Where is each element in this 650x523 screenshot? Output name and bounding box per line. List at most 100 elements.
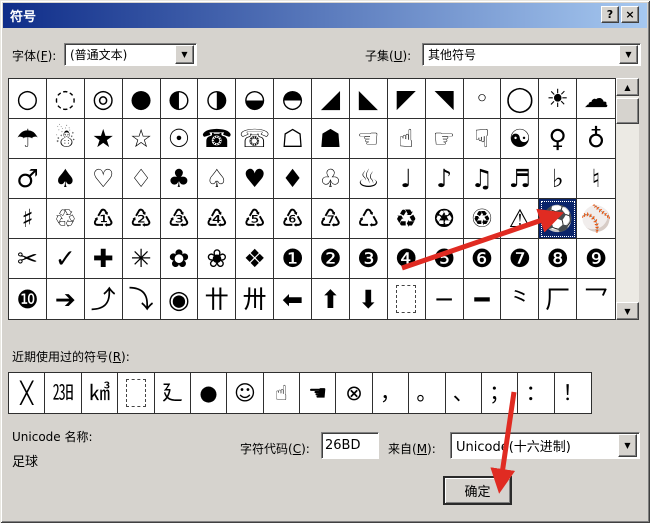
symbol-cell[interactable]: ✚ <box>85 239 123 279</box>
symbol-cell[interactable]: ♴ <box>123 199 161 239</box>
font-combobox[interactable]: (普通文本) ▼ <box>64 43 197 66</box>
symbol-cell[interactable]: ： <box>518 373 554 413</box>
symbol-cell[interactable]: ㏶ <box>45 373 81 413</box>
symbol-cell[interactable]: ◥ <box>426 79 464 119</box>
symbol-cell[interactable]: ● <box>191 373 227 413</box>
symbol-cell[interactable]: ♻ <box>388 199 426 239</box>
symbol-cell[interactable]: ☖ <box>274 119 312 159</box>
symbol-cell[interactable]: ◑ <box>198 79 236 119</box>
symbol-cell[interactable]: ♀ <box>539 119 577 159</box>
char-code-input[interactable] <box>321 432 379 459</box>
symbol-cell[interactable]: ✂ <box>9 239 47 279</box>
symbol-cell[interactable]: ☃ <box>47 119 85 159</box>
symbol-cell[interactable]: ◎ <box>85 79 123 119</box>
symbol-cell[interactable]: ❶ <box>274 239 312 279</box>
symbol-cell[interactable]: ♫ <box>464 159 502 199</box>
symbol-cell[interactable]: ⬅ <box>274 279 312 319</box>
close-button[interactable]: × <box>621 6 639 23</box>
symbol-cell[interactable]: ♠ <box>47 159 85 199</box>
symbol-cell[interactable]: ☎ <box>198 119 236 159</box>
symbol-cell[interactable]: ❽ <box>539 239 577 279</box>
symbol-cell[interactable] <box>388 279 426 319</box>
symbol-cell[interactable]: ❺ <box>426 239 464 279</box>
dropdown-arrow-icon[interactable]: ▼ <box>618 434 637 457</box>
symbol-cell[interactable]: ♪ <box>426 159 464 199</box>
symbol-cell[interactable]: ☝ <box>388 119 426 159</box>
symbol-cell[interactable]: ♹ <box>312 199 350 239</box>
symbol-cell[interactable]: ◤ <box>388 79 426 119</box>
symbol-cell[interactable]: ♤ <box>198 159 236 199</box>
symbol-cell[interactable]: ♬ <box>501 159 539 199</box>
symbol-cell[interactable]: ❹ <box>388 239 426 279</box>
symbol-cell[interactable]: ☺ <box>227 373 263 413</box>
symbol-cell[interactable]: ✓ <box>47 239 85 279</box>
symbol-cell[interactable]: ★ <box>85 119 123 159</box>
symbol-cell[interactable]: ✳ <box>123 239 161 279</box>
symbol-cell-selected[interactable]: ⚽ <box>539 199 577 239</box>
scroll-thumb[interactable] <box>616 98 639 124</box>
symbol-cell[interactable]: ☉ <box>161 119 199 159</box>
symbol-cell[interactable]: ─ <box>426 279 464 319</box>
symbol-cell[interactable]: ⊗ <box>336 373 372 413</box>
symbol-cell[interactable]: ☆ <box>123 119 161 159</box>
symbol-cell[interactable]: ❾ <box>577 239 615 279</box>
dropdown-arrow-icon[interactable]: ▼ <box>619 45 638 64</box>
symbol-cell[interactable]: ♦ <box>274 159 312 199</box>
symbol-cell[interactable]: ◌ <box>47 79 85 119</box>
symbol-cell[interactable]: ❖ <box>236 239 274 279</box>
symbol-cell[interactable]: ㎦ <box>82 373 118 413</box>
symbol-cell[interactable]: 、 <box>446 373 482 413</box>
symbol-cell[interactable]: ⬇ <box>350 279 388 319</box>
symbol-cell[interactable]: ╳ <box>9 373 45 413</box>
symbol-cell[interactable]: ◐ <box>161 79 199 119</box>
symbol-cell[interactable]: ⬆ <box>312 279 350 319</box>
symbol-cell[interactable]: 〺 <box>236 279 274 319</box>
symbol-cell[interactable]: ♸ <box>274 199 312 239</box>
symbol-cell[interactable]: ♨ <box>350 159 388 199</box>
symbol-cell[interactable]: ☗ <box>312 119 350 159</box>
symbol-cell[interactable]: ☂ <box>9 119 47 159</box>
symbol-cell[interactable]: ❸ <box>350 239 388 279</box>
help-button[interactable]: ? <box>601 6 619 23</box>
subset-combobox[interactable]: 其他符号 ▼ <box>422 43 641 66</box>
symbol-cell[interactable]: ♯ <box>9 199 47 239</box>
symbol-cell[interactable]: ☯ <box>501 119 539 159</box>
ok-button[interactable]: 确定 <box>443 476 512 505</box>
symbol-cell[interactable]: ☜ <box>350 119 388 159</box>
symbol-cell[interactable]: ☝ <box>264 373 300 413</box>
symbol-cell[interactable]: ◣ <box>350 79 388 119</box>
symbol-cell[interactable]: 〹 <box>198 279 236 319</box>
symbol-cell[interactable]: ， <box>373 373 409 413</box>
dropdown-arrow-icon[interactable]: ▼ <box>175 45 194 64</box>
symbol-cell[interactable]: ◦ <box>464 79 502 119</box>
symbol-cell[interactable]: ♲ <box>47 199 85 239</box>
symbol-cell[interactable]: ✿ <box>161 239 199 279</box>
symbol-cell[interactable]: ♳ <box>85 199 123 239</box>
title-bar[interactable]: 符号 <box>3 3 647 28</box>
symbol-cell[interactable]: ☟ <box>464 119 502 159</box>
symbol-cell[interactable]: ❻ <box>464 239 502 279</box>
symbol-cell[interactable]: ❿ <box>9 279 47 319</box>
symbol-cell[interactable]: ⺀ <box>501 279 539 319</box>
symbol-cell[interactable]: ❷ <box>312 239 350 279</box>
symbol-cell[interactable]: ♩ <box>388 159 426 199</box>
symbol-cell[interactable]: ♺ <box>350 199 388 239</box>
symbol-cell[interactable]: ♵ <box>161 199 199 239</box>
symbol-cell[interactable]: ♽ <box>464 199 502 239</box>
symbol-cell[interactable]: ⤴ <box>85 279 123 319</box>
symbol-cell[interactable]: ♭ <box>539 159 577 199</box>
symbol-cell[interactable]: ☏ <box>236 119 274 159</box>
symbol-cell[interactable]: ◓ <box>274 79 312 119</box>
symbol-cell[interactable]: ♢ <box>123 159 161 199</box>
symbol-cell[interactable]: ⤵ <box>123 279 161 319</box>
symbol-cell[interactable]: ━ <box>464 279 502 319</box>
symbol-cell[interactable]: ○ <box>9 79 47 119</box>
symbol-cell[interactable]: ♂ <box>9 159 47 199</box>
symbol-cell[interactable]: 廴 <box>155 373 191 413</box>
from-combobox[interactable]: Unicode(十六进制) ▼ <box>450 432 640 459</box>
symbol-cell[interactable]: ◒ <box>236 79 274 119</box>
symbol-cell[interactable]: ； <box>482 373 518 413</box>
symbol-cell[interactable]: ☞ <box>426 119 464 159</box>
grid-scrollbar[interactable]: ▲ ▼ <box>616 78 639 320</box>
symbol-cell[interactable]: ♥ <box>236 159 274 199</box>
